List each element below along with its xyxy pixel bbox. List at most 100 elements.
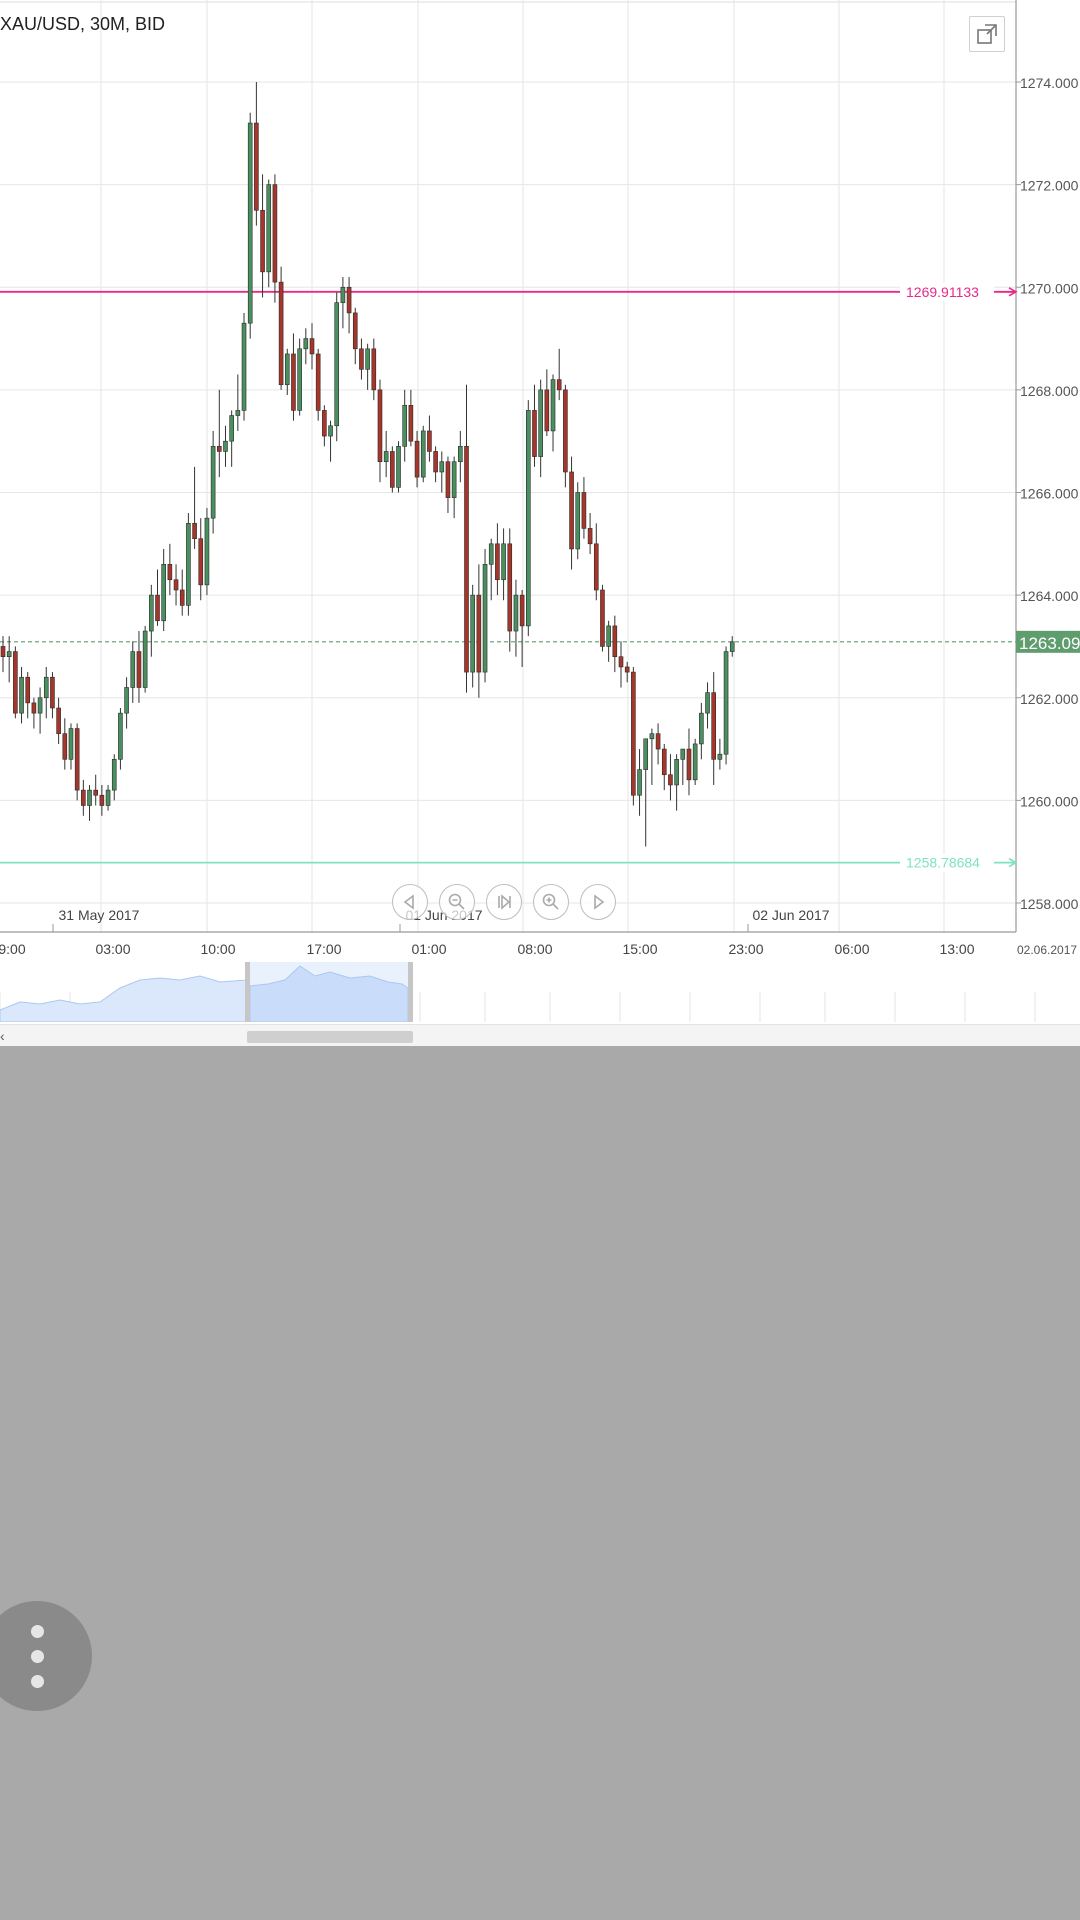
candle-bearish — [495, 543, 500, 581]
candle-bullish — [6, 651, 12, 657]
candle-bearish — [74, 728, 80, 791]
y-tick-label: 1274.000 — [1020, 75, 1079, 91]
chart-panel[interactable]: 1274.000 1272.000 1270.000 1268.000 1266.000… — [0, 0, 1080, 1046]
candle-bullish — [210, 446, 216, 519]
candle-bearish — [618, 656, 624, 668]
candle-bullish — [37, 697, 43, 714]
scrollbar-thumb[interactable] — [247, 1031, 413, 1043]
candle-bullish — [118, 712, 123, 760]
candle-bullish — [142, 630, 148, 688]
candle-bullish — [717, 753, 723, 760]
candle-bearish — [433, 451, 438, 473]
candle-bearish — [532, 410, 537, 457]
zoom-out-button[interactable] — [439, 884, 475, 920]
candle-bullish — [513, 594, 519, 632]
candle-bearish — [198, 538, 204, 586]
candle-bullish — [451, 461, 457, 498]
pan-right-button[interactable] — [580, 884, 616, 920]
y-tick-label: 1270.000 — [1020, 280, 1079, 296]
x-tick-label: 06:00 — [834, 941, 869, 957]
candle-bearish — [507, 543, 513, 632]
candle-bearish — [414, 440, 420, 478]
candle-bearish — [661, 748, 667, 776]
chart-nav-controls — [392, 884, 620, 922]
candle-bullish — [87, 789, 92, 806]
chart-navigator[interactable] — [0, 962, 1080, 1023]
candle-bullish — [458, 446, 463, 463]
candle-bearish — [260, 209, 265, 273]
pan-left-button[interactable] — [392, 884, 428, 920]
candle-bullish — [575, 492, 581, 550]
chart-scrollbar[interactable]: ‹ — [0, 1024, 1080, 1046]
candle-bearish — [612, 625, 618, 657]
zoom-in-button[interactable] — [533, 884, 569, 920]
candle-bullish — [365, 348, 370, 370]
candle-bearish — [173, 579, 179, 591]
triangle-left-icon — [403, 894, 414, 910]
candle-bullish — [470, 594, 475, 673]
candle-bearish — [464, 446, 469, 673]
support-label: 1258.78684 — [906, 855, 980, 871]
candle-bullish — [402, 404, 408, 447]
y-tick-label: 1258.000 — [1020, 896, 1079, 912]
candle-bearish — [56, 707, 61, 734]
candle-bullish — [43, 676, 49, 699]
candle-bearish — [519, 594, 525, 627]
candle-bearish — [569, 471, 574, 550]
zoom-out-icon — [448, 893, 465, 910]
candle-bearish — [254, 122, 259, 211]
candle-bearish — [155, 594, 160, 622]
zoom-in-icon — [542, 893, 559, 910]
candle-bearish — [50, 676, 55, 709]
candle-bearish — [62, 733, 68, 760]
candle-bullish — [723, 651, 729, 755]
candle-bearish — [476, 594, 482, 673]
candle-bullish — [482, 564, 488, 673]
triangle-right-icon — [594, 894, 605, 910]
candle-bearish — [31, 702, 37, 714]
candle-bearish — [322, 410, 327, 437]
candle-bullish — [501, 543, 506, 581]
resistance-label: 1269.91133 — [906, 284, 979, 300]
x-tick-label: 17:00 — [306, 941, 341, 957]
candle-bullish — [525, 410, 531, 627]
candle-bearish — [359, 348, 364, 370]
candle-bullish — [186, 522, 191, 606]
go-to-latest-button[interactable] — [486, 884, 522, 920]
candle-bearish — [711, 692, 717, 760]
candle-bearish — [93, 789, 98, 796]
candle-bearish — [167, 564, 173, 581]
candle-bearish — [81, 789, 86, 806]
expand-button[interactable] — [969, 16, 1005, 52]
candle-bullish — [328, 425, 333, 437]
candle-bullish — [303, 338, 309, 350]
expand-icon — [977, 24, 997, 44]
candle-bearish — [352, 312, 358, 350]
navigator-handle-left[interactable] — [245, 962, 250, 1022]
candle-bullish — [340, 286, 346, 303]
candle-bearish — [315, 353, 321, 411]
navigator-preview — [0, 962, 1036, 1023]
candle-bullish — [149, 594, 154, 632]
x-tick-label: 13:00 — [939, 941, 974, 957]
candle-bullish — [692, 743, 698, 781]
more-options-button[interactable] — [0, 1601, 92, 1711]
candle-bullish — [284, 353, 290, 386]
resistance-arrow-icon — [1000, 287, 1018, 297]
candle-bullish — [439, 461, 445, 473]
candle-bullish — [247, 122, 253, 324]
navigator-handle-right[interactable] — [408, 962, 413, 1022]
support-arrow-icon — [1000, 857, 1018, 868]
candle-bearish — [179, 589, 185, 606]
candle-bullish — [383, 451, 389, 463]
candle-bullish — [229, 415, 234, 442]
candle-bullish — [204, 517, 210, 586]
candle-bearish — [587, 528, 593, 545]
navigator-series-area — [0, 975, 248, 1023]
scroll-left-icon[interactable]: ‹ — [0, 1028, 5, 1044]
more-vertical-icon — [30, 1624, 44, 1638]
candle-bullish — [130, 651, 136, 688]
candle-bearish — [544, 389, 550, 432]
candle-bearish — [655, 733, 661, 750]
candle-bullish — [699, 712, 704, 745]
